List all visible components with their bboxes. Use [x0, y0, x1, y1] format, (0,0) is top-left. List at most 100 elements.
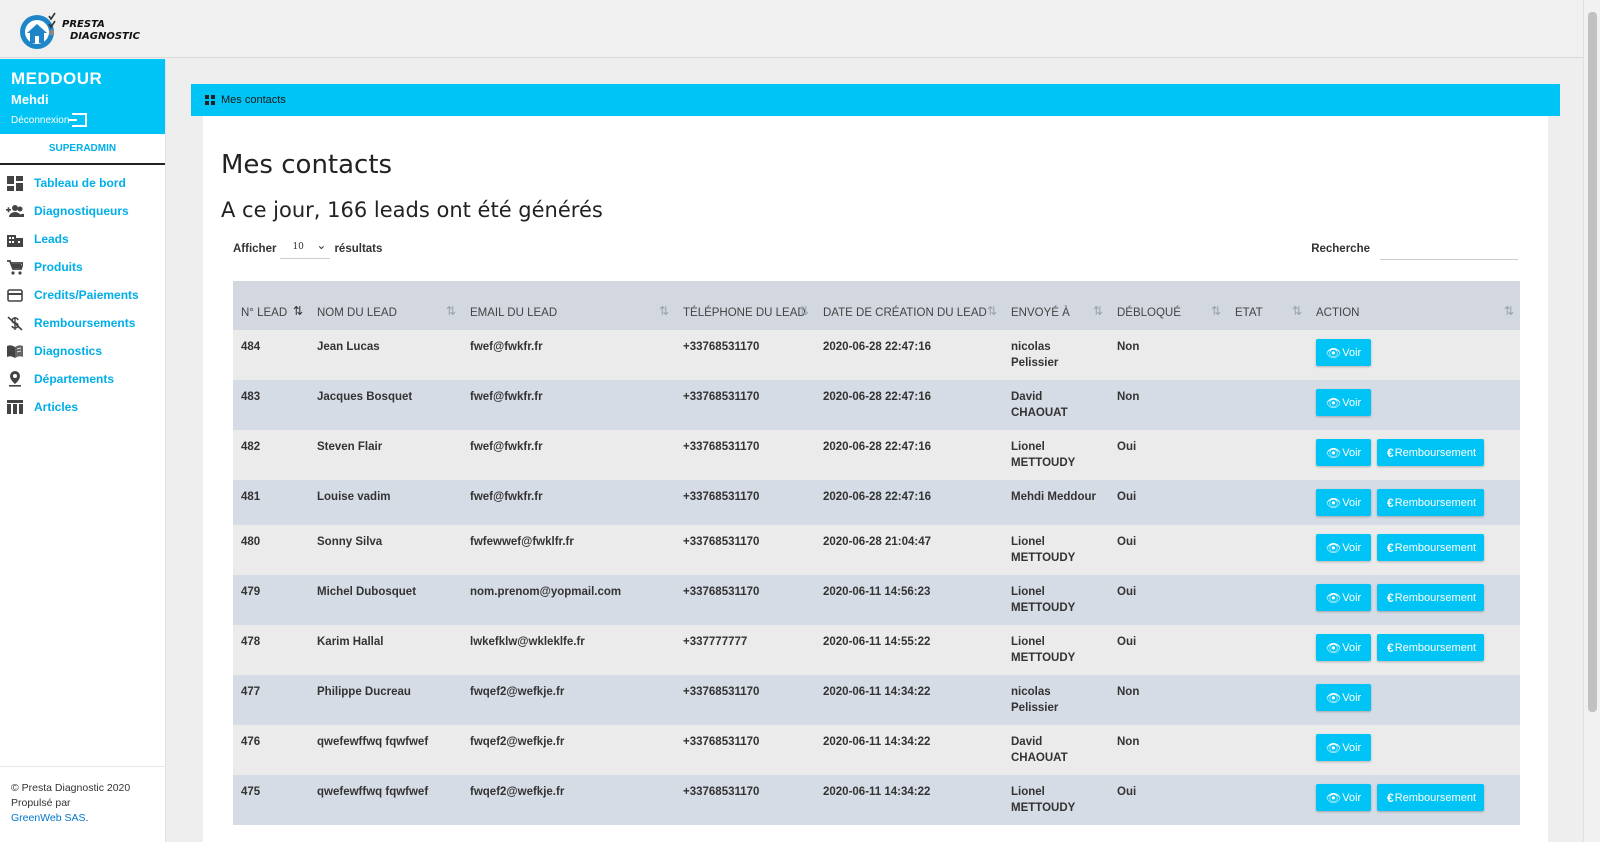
refund-button[interactable]: € Remboursement — [1377, 584, 1485, 611]
scrollbar-thumb[interactable] — [1588, 12, 1597, 712]
eye-icon: 👁 — [1326, 540, 1342, 555]
lead-name: Steven Flair — [317, 441, 383, 453]
lead-actions: 👁 Voir € Remboursement — [1308, 775, 1520, 825]
lead-actions: 👁 Voir € Remboursement — [1308, 575, 1520, 625]
view-button-label: Voir — [1342, 641, 1362, 654]
page-length-control: Afficher 10 résultats — [233, 238, 382, 259]
lead-date: 2020-06-11 14:56:23 — [823, 586, 931, 598]
sort-icon[interactable]: ⇅ — [293, 303, 303, 320]
app-logo[interactable]: PRESTA DIAGNOSTIC — [18, 12, 140, 50]
lead-unlocked: Oui — [1117, 786, 1137, 798]
sort-icon[interactable]: ⇅ — [1504, 303, 1514, 320]
column-header[interactable]: DÉBLOQUÉ ⇅ — [1109, 281, 1227, 330]
sidebar-item-departements[interactable]: Départements — [0, 365, 165, 393]
eye-icon: 👁 — [1326, 495, 1342, 510]
copyright-text: © Presta Diagnostic 2020 — [11, 782, 131, 794]
column-header[interactable]: ENVOYÉ À ⇅ — [1003, 281, 1109, 330]
column-header[interactable]: TÉLÉPHONE DU LEAD ⇅ — [675, 281, 815, 330]
lead-actions: 👁 Voir — [1308, 725, 1520, 775]
lead-unlocked: Non — [1117, 686, 1140, 698]
view-button[interactable]: 👁 Voir — [1316, 734, 1371, 761]
sidebar-item-remboursements[interactable]: Remboursements — [0, 309, 165, 337]
view-button-label: Voir — [1342, 591, 1362, 604]
page-length-select[interactable]: 10 — [280, 238, 331, 259]
table-row: 480 Sonny Silva fwfewwef@fwklfr.fr +3376853… — [233, 525, 1520, 575]
refund-button-label: Remboursement — [1394, 541, 1477, 554]
view-button[interactable]: 👁 Voir — [1316, 684, 1371, 711]
sidebar-item-diagnostics[interactable]: Diagnostics — [0, 337, 165, 365]
sidebar-footer: © Presta Diagnostic 2020 Propulsé par Gr… — [0, 766, 165, 826]
refund-button-label: Remboursement — [1394, 591, 1477, 604]
view-button[interactable]: 👁 Voir — [1316, 439, 1371, 466]
table-row: 477 Philippe Ducreau fwqef2@wefkje.fr +3376… — [233, 675, 1520, 725]
user-box: MEDDOUR Mehdi Déconnexion — [0, 59, 165, 134]
column-header[interactable]: N° LEAD ⇅ — [233, 281, 309, 330]
refund-button[interactable]: € Remboursement — [1377, 784, 1485, 811]
lead-id: 484 — [241, 341, 261, 353]
lead-state — [1227, 480, 1308, 525]
sidebar-item-label: Départements — [34, 372, 115, 386]
sort-icon[interactable]: ⇅ — [1292, 303, 1302, 320]
sort-icon[interactable]: ⇅ — [446, 303, 456, 320]
euro-icon: € — [1387, 590, 1394, 605]
page-scrollbar[interactable] — [1583, 0, 1600, 842]
view-button[interactable]: 👁 Voir — [1316, 534, 1371, 561]
column-header-label: EMAIL DU LEAD — [470, 307, 558, 319]
lead-date: 2020-06-28 22:47:16 — [823, 341, 932, 353]
view-button-label: Voir — [1342, 541, 1362, 554]
view-button[interactable]: 👁 Voir — [1316, 584, 1371, 611]
table-row: 483 Jacques Bosquet fwef@fwkfr.fr +33768531… — [233, 380, 1520, 430]
refund-button[interactable]: € Remboursement — [1377, 489, 1485, 516]
cart-icon — [6, 259, 24, 275]
column-header[interactable]: ETAT ⇅ — [1227, 281, 1308, 330]
sort-icon[interactable]: ⇅ — [1093, 303, 1103, 320]
view-button[interactable]: 👁 Voir — [1316, 339, 1371, 366]
money-off-icon — [6, 315, 24, 331]
sidebar-nav: Tableau de bord Diagnostiqueurs Leads Pr… — [0, 165, 165, 421]
dashboard-icon — [6, 175, 24, 191]
lead-state — [1227, 430, 1308, 480]
eye-icon: 👁 — [1326, 395, 1342, 410]
column-header-label: ACTION — [1316, 307, 1360, 319]
refund-button[interactable]: € Remboursement — [1377, 534, 1485, 561]
view-button[interactable]: 👁 Voir — [1316, 784, 1371, 811]
sidebar-item-credits-paiements[interactable]: Credits/Paiements — [0, 281, 165, 309]
lead-name: qwefewffwq fqwfwef — [317, 786, 429, 798]
sidebar-item-diagnostiqueurs[interactable]: Diagnostiqueurs — [0, 197, 165, 225]
sidebar-item-tableau-de-bord[interactable]: Tableau de bord — [0, 169, 165, 197]
column-header[interactable]: ACTION ⇅ — [1308, 281, 1520, 330]
refund-button[interactable]: € Remboursement — [1377, 634, 1485, 661]
lead-id: 479 — [241, 586, 261, 598]
refund-button[interactable]: € Remboursement — [1377, 439, 1485, 466]
logout-link[interactable]: Déconnexion — [11, 113, 154, 127]
eye-icon: 👁 — [1326, 445, 1342, 460]
content-panel: Mes contacts A ce jour, 166 leads ont ét… — [203, 116, 1548, 842]
sort-icon[interactable]: ⇅ — [659, 303, 669, 320]
sort-icon[interactable]: ⇅ — [1211, 303, 1221, 320]
sort-icon[interactable]: ⇅ — [987, 303, 997, 320]
column-header[interactable]: NOM DU LEAD ⇅ — [309, 281, 462, 330]
lead-state — [1227, 775, 1308, 825]
column-header-label: DÉBLOQUÉ — [1117, 307, 1181, 319]
lead-actions: 👁 Voir € Remboursement — [1308, 480, 1520, 525]
search-input[interactable] — [1380, 238, 1518, 260]
user-last-name: MEDDOUR — [11, 69, 103, 88]
sidebar-item-articles[interactable]: Articles — [0, 393, 165, 421]
column-header[interactable]: EMAIL DU LEAD ⇅ — [462, 281, 675, 330]
lead-state — [1227, 575, 1308, 625]
sidebar-item-label: Tableau de bord — [34, 176, 126, 190]
view-button[interactable]: 👁 Voir — [1316, 634, 1371, 661]
sidebar-item-leads[interactable]: Leads — [0, 225, 165, 253]
sidebar-item-produits[interactable]: Produits — [0, 253, 165, 281]
lead-unlocked: Non — [1117, 391, 1140, 403]
refund-button-label: Remboursement — [1394, 791, 1477, 804]
view-button[interactable]: 👁 Voir — [1316, 489, 1371, 516]
view-button[interactable]: 👁 Voir — [1316, 389, 1371, 416]
eye-icon: 👁 — [1326, 640, 1342, 655]
sort-icon[interactable]: ⇅ — [799, 303, 809, 320]
lead-name: Philippe Ducreau — [317, 686, 411, 698]
lead-sent-to: Lionel METTOUDY — [1011, 636, 1076, 664]
company-link[interactable]: GreenWeb SAS — [11, 812, 86, 824]
lead-email: fwef@fwkfr.fr — [470, 441, 543, 453]
column-header[interactable]: DATE DE CRÉATION DU LEAD ⇅ — [815, 281, 1003, 330]
